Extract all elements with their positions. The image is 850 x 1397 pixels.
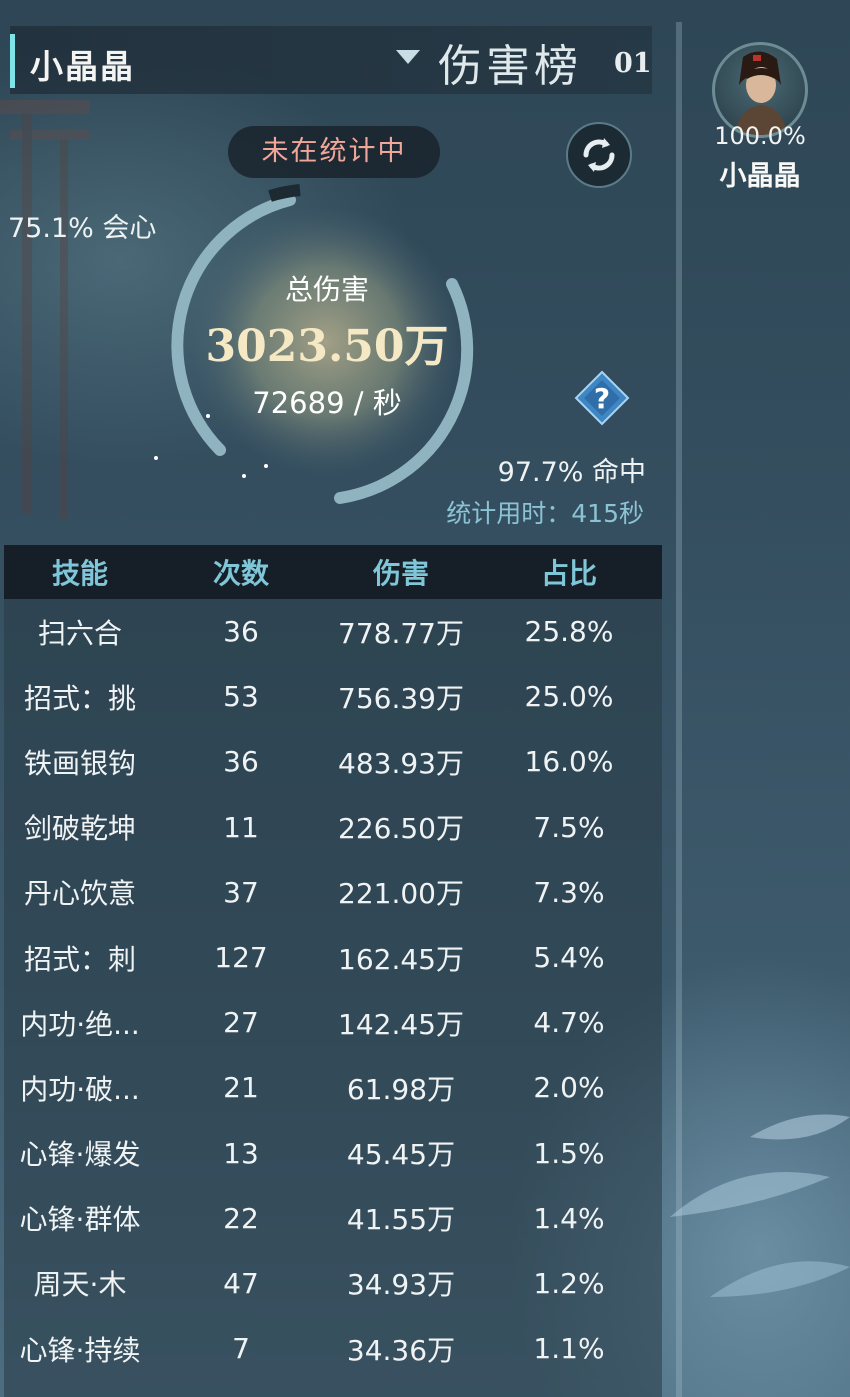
header-bar: 小晶晶 伤害榜 01: [10, 26, 652, 94]
skill-name-cell: 周天·木: [33, 1268, 127, 1302]
table-row[interactable]: 心锋·爆发 13 45.45万 1.5%: [4, 1121, 662, 1186]
hit-count-cell: 47: [223, 1266, 259, 1300]
table-row[interactable]: 内功·破... 21 61.98万 2.0%: [4, 1055, 662, 1120]
damage-cell: 34.36万: [346, 1333, 456, 1367]
crit-rate-text: 75.1% 会心: [8, 213, 157, 244]
refresh-button[interactable]: [566, 122, 632, 188]
percent-cell: 25.0%: [524, 680, 614, 714]
damage-cell: 142.45万: [338, 1007, 464, 1041]
damage-cell: 778.77万: [338, 616, 464, 650]
svg-text:?: ?: [594, 382, 610, 415]
column-header-count[interactable]: 次数: [156, 552, 326, 592]
percent-cell: 4.7%: [533, 1006, 605, 1040]
hit-count-cell: 13: [223, 1136, 259, 1170]
avatar-player-name: 小晶晶: [719, 161, 801, 192]
table-row[interactable]: 扫六合 36 778.77万 25.8%: [4, 599, 662, 664]
damage-cell: 41.55万: [346, 1203, 456, 1237]
skill-name-cell: 扫六合: [37, 616, 122, 650]
percent-cell: 1.4%: [533, 1201, 605, 1235]
skill-name-cell: 丹心饮意: [23, 877, 136, 911]
question-diamond-icon: ?: [574, 370, 630, 426]
dps-value: 72689 / 秒: [252, 386, 402, 420]
skill-name-cell: 铁画银钩: [23, 746, 136, 780]
hit-rate-text: 97.7% 命中: [497, 457, 646, 488]
table-header: 技能 次数 伤害 占比: [4, 545, 662, 599]
total-damage-label: 总伤害: [284, 273, 369, 306]
damage-cell: 61.98万: [346, 1072, 456, 1106]
duration-text: 统计用时：415秒: [446, 499, 644, 528]
hit-count-cell: 37: [223, 875, 259, 909]
table-row[interactable]: 剑破乾坤 11 226.50万 7.5%: [4, 795, 662, 860]
skill-name-cell: 内功·破...: [20, 1072, 140, 1106]
hit-count-cell: 21: [223, 1071, 259, 1105]
table-row[interactable]: 丹心饮意 37 221.00万 7.3%: [4, 860, 662, 925]
total-damage-value: 3023.50万: [205, 321, 449, 372]
percent-cell: 7.5%: [533, 810, 605, 844]
table-row[interactable]: 心锋·群体 22 41.55万 1.4%: [4, 1186, 662, 1251]
vertical-divider: [676, 22, 682, 1397]
damage-cell: 756.39万: [338, 681, 464, 715]
percent-cell: 1.2%: [533, 1266, 605, 1300]
percent-cell: 1.1%: [533, 1332, 605, 1366]
background-gate-decoration: [0, 100, 90, 520]
avatar-damage-percent: 100.0%: [714, 122, 806, 150]
percent-cell: 2.0%: [533, 1071, 605, 1105]
player-name-title[interactable]: 小晶晶: [30, 40, 135, 88]
table-row[interactable]: 铁画银钩 36 483.93万 16.0%: [4, 729, 662, 794]
table-row[interactable]: 招式：刺 127 162.45万 5.4%: [4, 925, 662, 990]
table-row[interactable]: 心锋·持续 7 34.36万 1.1%: [4, 1316, 662, 1381]
damage-cell: 483.93万: [338, 746, 464, 780]
skill-damage-table: 技能 次数 伤害 占比 扫六合 36 778.77万 25.8% 招式：挑 53 756.3…: [4, 545, 662, 1397]
board-title: 伤害榜: [438, 41, 582, 92]
column-header-percent[interactable]: 占比: [476, 552, 662, 592]
column-header-damage[interactable]: 伤害: [326, 552, 476, 592]
triangle-down-icon[interactable]: [396, 50, 420, 64]
hit-count-cell: 53: [223, 680, 259, 714]
percent-cell: 1.5%: [533, 1136, 605, 1170]
percent-cell: 16.0%: [524, 745, 614, 779]
damage-cell: 221.00万: [338, 877, 464, 911]
percent-cell: 5.4%: [533, 941, 605, 975]
damage-cell: 226.50万: [338, 812, 464, 846]
help-button[interactable]: ?: [574, 370, 630, 426]
board-index: 01: [614, 48, 652, 79]
hit-count-cell: 36: [223, 745, 259, 779]
hit-count-cell: 127: [214, 941, 268, 975]
skill-name-cell: 招式：挑: [23, 681, 136, 715]
damage-cell: 45.45万: [346, 1138, 456, 1172]
damage-cell: 34.93万: [346, 1268, 456, 1302]
table-body: 扫六合 36 778.77万 25.8% 招式：挑 53 756.39万 25.0% 铁画银钩 3…: [4, 599, 662, 1381]
skill-name-cell: 心锋·持续: [19, 1333, 141, 1367]
skill-name-cell: 心锋·群体: [19, 1203, 141, 1237]
percent-cell: 7.3%: [533, 875, 605, 909]
skill-name-cell: 剑破乾坤: [23, 812, 136, 846]
damage-cell: 162.45万: [338, 942, 464, 976]
hit-count-cell: 27: [223, 1006, 259, 1040]
hit-count-cell: 22: [223, 1201, 259, 1235]
refresh-icon: [583, 138, 615, 172]
hit-count-cell: 7: [232, 1332, 250, 1366]
header-accent-bar: [10, 34, 15, 88]
skill-name-cell: 心锋·爆发: [19, 1138, 141, 1172]
hit-count-cell: 36: [223, 615, 259, 649]
status-badge: 未在统计中: [228, 126, 440, 178]
skill-name-cell: 内功·绝...: [20, 1007, 140, 1041]
table-row[interactable]: 周天·木 47 34.93万 1.2%: [4, 1251, 662, 1316]
hit-count-cell: 11: [223, 810, 259, 844]
column-header-skill[interactable]: 技能: [4, 552, 156, 592]
skill-name-cell: 招式：刺: [23, 942, 136, 976]
percent-cell: 25.8%: [524, 615, 614, 649]
table-row[interactable]: 招式：挑 53 756.39万 25.0%: [4, 664, 662, 729]
table-row[interactable]: 内功·绝... 27 142.45万 4.7%: [4, 990, 662, 1055]
